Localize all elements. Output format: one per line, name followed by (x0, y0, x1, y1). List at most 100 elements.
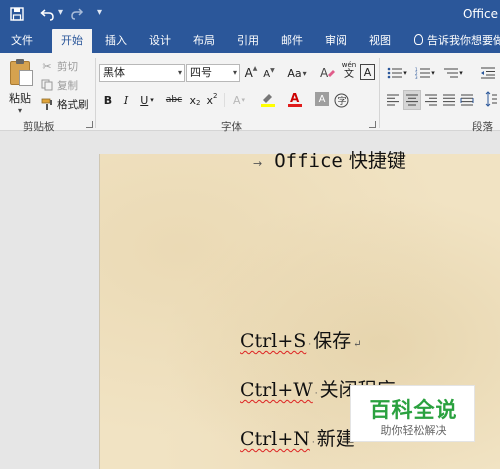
tab-references[interactable]: 引用 (230, 29, 266, 53)
title-cjk: 快捷键 (348, 150, 406, 172)
highlight-button[interactable] (257, 90, 279, 108)
align-center-button[interactable] (403, 90, 421, 110)
numbering-dropdown-icon: ▾ (431, 69, 435, 77)
lightbulb-icon (414, 34, 423, 45)
line-spacing-button[interactable] (484, 90, 498, 108)
paste-dropdown-icon[interactable]: ▾ (18, 106, 22, 115)
bullets-dropdown-icon: ▾ (403, 69, 407, 77)
tab-review[interactable]: 审阅 (318, 29, 354, 53)
space-mark: · (311, 438, 315, 448)
font-name-value: 黑体 (103, 66, 125, 79)
font-name-dropdown-icon[interactable]: ▾ (178, 65, 182, 81)
bold-label: B (103, 93, 113, 107)
tell-me-box[interactable]: 告诉我你想要做 (414, 29, 500, 53)
paintbrush-icon (40, 97, 54, 111)
tab-arrow-mark: → (253, 157, 263, 170)
underline-button[interactable]: U ▾ (138, 91, 156, 109)
justify-icon (443, 94, 455, 106)
tab-layout[interactable]: 布局 (186, 29, 222, 53)
superscript-button[interactable]: x2 (205, 91, 219, 109)
multilevel-list-button[interactable]: ▾ (441, 64, 465, 82)
bullets-icon (387, 67, 403, 79)
tab-design[interactable]: 设计 (142, 29, 178, 53)
paragraph-mark: ↵ (353, 339, 362, 350)
title-latin: Office (274, 150, 343, 172)
cut-button[interactable]: ✂ 剪切 (40, 58, 78, 74)
paste-label: 粘贴 (9, 92, 31, 105)
distributed-button[interactable] (459, 91, 475, 109)
tab-mailings[interactable]: 邮件 (274, 29, 310, 53)
tab-insert[interactable]: 插入 (98, 29, 134, 53)
phonetic-icon: 文 (344, 69, 354, 80)
customize-icon[interactable]: ▾ (97, 7, 102, 18)
paste-button[interactable]: 粘贴 ▾ (6, 59, 36, 115)
character-border-button[interactable]: A (360, 64, 375, 80)
save-icon[interactable] (8, 5, 26, 23)
bullets-button[interactable]: ▾ (385, 64, 409, 82)
format-painter-label: 格式刷 (57, 98, 89, 111)
font-launcher-icon[interactable] (369, 121, 376, 128)
svg-text:字: 字 (337, 95, 346, 107)
clear-formatting-button[interactable]: A (318, 64, 336, 82)
redo-icon[interactable] (68, 5, 86, 23)
subscript-button[interactable]: x2 (188, 91, 202, 109)
tab-file[interactable]: 文件 (4, 29, 40, 53)
window-title: Office (462, 7, 498, 21)
strikethrough-label: abc (165, 95, 183, 105)
shrink-font-button[interactable]: A ▼ (262, 65, 276, 83)
undo-icon[interactable] (38, 5, 56, 23)
font-color-button[interactable]: A (284, 90, 306, 108)
shrink-font-label: A (263, 68, 271, 80)
watermark-subtitle: 助你轻松解决 (380, 424, 447, 437)
strikethrough-button[interactable]: abc (164, 91, 184, 109)
font-size-value: 四号 (190, 66, 212, 79)
distributed-icon (460, 94, 474, 106)
align-center-icon (406, 94, 418, 106)
shortcut-line[interactable]: Ctrl+N · 新建 (240, 424, 355, 451)
group-divider (379, 58, 380, 128)
character-shading-button[interactable]: A (315, 92, 329, 106)
enclose-characters-button[interactable]: 字 (333, 91, 349, 109)
phonetic-guide-button[interactable]: wén 文 (340, 61, 358, 80)
copy-icon (40, 78, 54, 92)
change-case-label: Aa (287, 66, 302, 80)
clipboard-launcher-icon[interactable] (86, 121, 93, 128)
format-painter-button[interactable]: 格式刷 (40, 96, 89, 112)
italic-button[interactable]: I (120, 91, 132, 109)
multilevel-list-icon (444, 68, 459, 78)
decrease-indent-button[interactable] (477, 64, 499, 82)
tab-view[interactable]: 视图 (362, 29, 398, 53)
document-title-line[interactable]: → Office 快捷键 (253, 146, 406, 173)
align-left-button[interactable] (385, 91, 401, 109)
grow-font-button[interactable]: A ▲ (244, 64, 258, 82)
justify-button[interactable] (441, 91, 457, 109)
font-size-dropdown-icon[interactable]: ▾ (233, 65, 237, 81)
underline-label: U (140, 93, 149, 107)
numbering-button[interactable]: 123 ▾ (413, 64, 437, 82)
shrink-caret-icon: ▼ (270, 66, 275, 74)
change-case-button[interactable]: Aa ▾ (285, 64, 309, 82)
shortcut-key: Ctrl+W (240, 379, 313, 401)
character-border-icon: A (363, 65, 372, 79)
font-size-combo[interactable]: 四号 ▾ (186, 64, 240, 82)
copy-label: 复制 (57, 79, 78, 92)
bold-button[interactable]: B (101, 91, 115, 109)
align-right-button[interactable] (423, 91, 439, 109)
copy-button[interactable]: 复制 (40, 77, 78, 93)
scissors-icon: ✂ (42, 59, 52, 73)
svg-text:A: A (320, 66, 329, 80)
line-spacing-icon (485, 91, 497, 107)
align-right-icon (425, 94, 437, 106)
grow-font-label: A (244, 66, 253, 80)
undo-dropdown-icon[interactable]: ▾ (58, 7, 63, 18)
text-effects-button[interactable]: A ▾ (228, 91, 250, 109)
font-name-combo[interactable]: 黑体 ▾ (99, 64, 185, 82)
text-effects-icon: A (232, 93, 241, 107)
clear-formatting-icon: A (320, 66, 335, 80)
shortcut-line[interactable]: Ctrl+S · 保存 ↵ (240, 326, 362, 353)
tab-home[interactable]: 开始 (52, 29, 92, 53)
multilevel-dropdown-icon: ▾ (459, 69, 463, 77)
space-mark: · (314, 389, 318, 399)
numbering-icon: 123 (415, 67, 431, 79)
text-effects-dropdown-icon: ▾ (241, 96, 246, 104)
